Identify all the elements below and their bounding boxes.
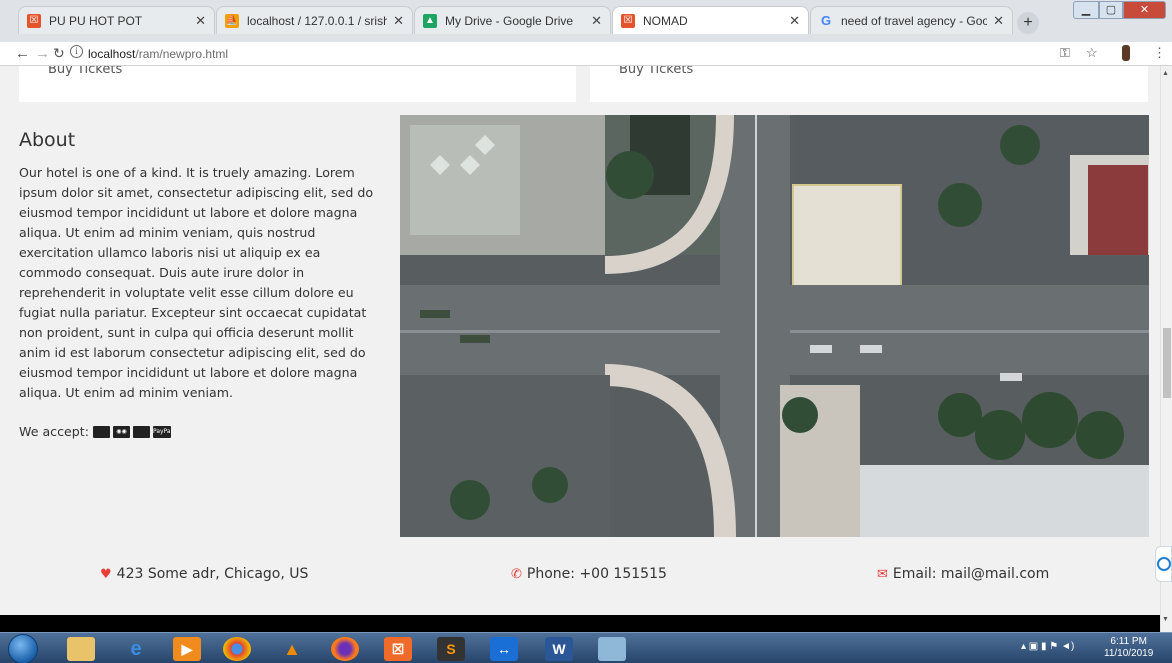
map-marker-icon: ♥ (100, 566, 112, 582)
close-tab-icon[interactable]: ✕ (789, 13, 800, 29)
new-tab-button[interactable]: + (1017, 12, 1039, 34)
back-icon[interactable]: ← (15, 45, 30, 62)
media-player-icon[interactable]: ▶ (173, 637, 201, 661)
sublime-icon[interactable]: S (437, 637, 465, 661)
system-tray[interactable]: ▴ ▣ ▮ ⚑ ◄) (1021, 641, 1074, 652)
scroll-up-icon[interactable]: ▲ (1162, 70, 1169, 77)
footer-email: ✉ Email: mail@mail.com (877, 566, 1050, 582)
phone-icon: ✆ (511, 566, 522, 582)
xampp-icon[interactable]: ☒ (384, 637, 412, 661)
firefox-icon[interactable] (331, 637, 359, 661)
key-icon[interactable]: ⚿ (1060, 45, 1070, 61)
paypal-icon: PayPal (152, 425, 172, 438)
footer-address: ♥ 423 Some adr, Chicago, US (100, 566, 309, 582)
aerial-city-illustration (400, 115, 1149, 537)
payment-methods: We accept: ◉◉ PayPal (19, 424, 173, 439)
tab-google-search[interactable]: G need of travel agency - Google ✕ (810, 6, 1013, 34)
google-icon: G (820, 13, 832, 28)
system-clock[interactable]: 6:11 PM 11/10/2019 (1104, 636, 1153, 660)
close-tab-icon[interactable]: ✕ (393, 13, 404, 29)
google-drive-icon: ▲ (423, 13, 437, 28)
credit-card-icon (92, 425, 110, 438)
browser-tab-strip: ☒ PU PU HOT POT ✕ ⛵ localhost / 127.0.0.… (0, 0, 1172, 42)
about-paragraph: Our hotel is one of a kind. It is truely… (19, 165, 374, 400)
page-footer-bar (0, 615, 1160, 632)
teamviewer-widget[interactable] (1155, 546, 1172, 582)
mastercard-icon: ◉◉ (112, 425, 130, 438)
tab-localhost-phpmyadmin[interactable]: ⛵ localhost / 127.0.0.1 / srishti / fo ✕ (216, 6, 413, 34)
reload-icon[interactable]: ↻ (53, 45, 65, 62)
taskbar: e ▶ ▲ ☒ S ↔ W ▴ ▣ ▮ ⚑ ◄) 6:11 PM 11/10/2… (0, 632, 1172, 663)
teamviewer-icon[interactable]: ↔ (490, 637, 518, 661)
vlc-icon[interactable]: ▲ (278, 637, 306, 661)
start-button[interactable] (8, 634, 38, 663)
amex-icon (132, 425, 150, 438)
minimize-button[interactable]: ▁ (1073, 1, 1099, 19)
close-window-button[interactable]: ✕ (1123, 1, 1166, 19)
scroll-thumb[interactable] (1163, 328, 1171, 398)
phpmyadmin-icon: ⛵ (225, 13, 239, 28)
explorer-icon[interactable] (67, 637, 95, 661)
ticket-card: Buy Tickets (590, 66, 1148, 102)
tab-pu-pu-hot-pot[interactable]: ☒ PU PU HOT POT ✕ (18, 6, 215, 34)
buy-tickets-link[interactable]: Buy Tickets (48, 66, 122, 77)
envelope-icon: ✉ (877, 566, 888, 582)
url-field[interactable]: localhost/ram/newpro.html (88, 47, 228, 61)
close-tab-icon[interactable]: ✕ (591, 13, 602, 29)
tab-google-drive[interactable]: ▲ My Drive - Google Drive ✕ (414, 6, 611, 34)
buy-tickets-link[interactable]: Buy Tickets (619, 66, 693, 77)
page-content: Buy Tickets Buy Tickets About Our hotel … (0, 66, 1172, 615)
codeigniter-icon: ☒ (27, 13, 41, 28)
tab-nomad[interactable]: ☒ NOMAD ✕ (612, 6, 809, 34)
codeigniter-icon: ☒ (621, 13, 635, 28)
forward-icon[interactable]: → (35, 45, 50, 62)
address-bar: ← → ↻ i localhost/ram/newpro.html ⚿ ☆ ⋮ (0, 42, 1172, 66)
scroll-down-icon[interactable]: ▼ (1162, 616, 1169, 623)
bookmark-star-icon[interactable]: ☆ (1086, 45, 1098, 61)
close-tab-icon[interactable]: ✕ (993, 13, 1004, 29)
about-heading: About (19, 129, 76, 151)
ticket-card: Buy Tickets (19, 66, 576, 102)
profile-avatar[interactable] (1122, 45, 1130, 61)
close-tab-icon[interactable]: ✕ (195, 13, 206, 29)
internet-explorer-icon[interactable]: e (122, 637, 150, 661)
word-icon[interactable]: W (545, 637, 573, 661)
app-icon[interactable] (598, 637, 626, 661)
chrome-icon[interactable] (223, 637, 251, 661)
info-icon[interactable]: i (70, 45, 83, 58)
aerial-city-photo (400, 115, 1149, 537)
menu-kebab-icon[interactable]: ⋮ (1153, 45, 1166, 61)
footer-phone: ✆ Phone: +00 151515 (511, 566, 667, 582)
maximize-button[interactable]: ▢ (1099, 1, 1123, 19)
teamviewer-icon (1157, 557, 1171, 571)
